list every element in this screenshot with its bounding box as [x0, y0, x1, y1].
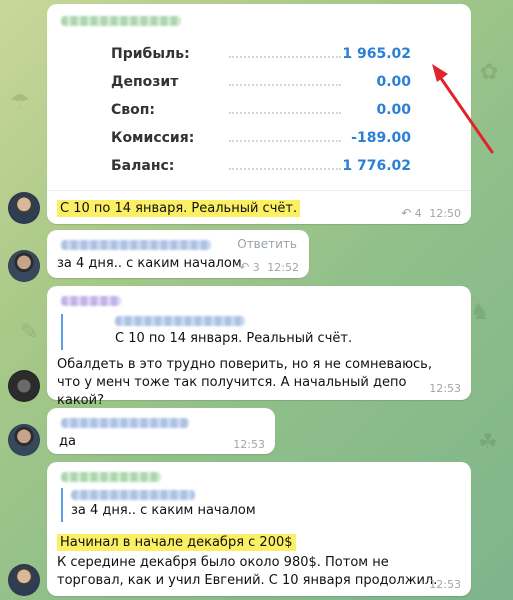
quoted-message[interactable]: С 10 по 14 января. Реальный счёт. — [61, 314, 363, 350]
redacted-quote-author — [71, 490, 195, 500]
message-text: да — [59, 434, 76, 449]
message-bubble: за 4 дня.. с каким началом Начинал в нач… — [47, 462, 471, 596]
message-time: 12:52 — [267, 261, 299, 274]
message-time: 12:53 — [233, 438, 265, 451]
quoted-text: С 10 по 14 января. Реальный счёт. — [115, 331, 353, 346]
message-bubble: да 12:53 — [47, 408, 275, 454]
redacted-sender-name — [61, 240, 211, 250]
message-meta[interactable]: ↶ 3 12:52 — [239, 260, 299, 274]
quoted-message[interactable]: за 4 дня.. с каким началом — [61, 488, 323, 522]
avatar[interactable] — [8, 564, 40, 596]
message-bubble: Ответить за 4 дня.. с каким началом ↶ 3 … — [47, 230, 309, 278]
redacted-sender-name — [61, 418, 189, 428]
message-text-highlight: Начинал в начале декабря с 200$ — [57, 534, 296, 552]
reply-count: 3 — [252, 261, 260, 274]
redacted-sender-name — [61, 472, 161, 482]
avatar[interactable] — [8, 250, 40, 282]
redacted-sender-name — [61, 296, 121, 306]
redacted-quote-author — [115, 316, 245, 326]
message-text: К середине декабря было около 980$. Пото… — [57, 555, 438, 588]
message-bubble: С 10 по 14 января. Реальный счёт. Обалде… — [47, 286, 471, 408]
avatar[interactable] — [8, 424, 40, 456]
quoted-text: за 4 дня.. с каким началом — [71, 503, 256, 518]
avatar[interactable] — [8, 370, 40, 402]
reply-button[interactable]: Ответить — [237, 237, 297, 251]
message-time: 12:53 — [429, 382, 461, 395]
highlighted-text: Начинал в начале декабря с 200$ — [57, 534, 296, 551]
message-text: Обалдеть в это трудно поверить, но я не … — [57, 357, 432, 408]
message-time: 12:53 — [429, 578, 461, 591]
reply-arrow-icon: ↶ — [239, 260, 250, 274]
message-text: за 4 дня.. с каким началом — [57, 256, 242, 271]
